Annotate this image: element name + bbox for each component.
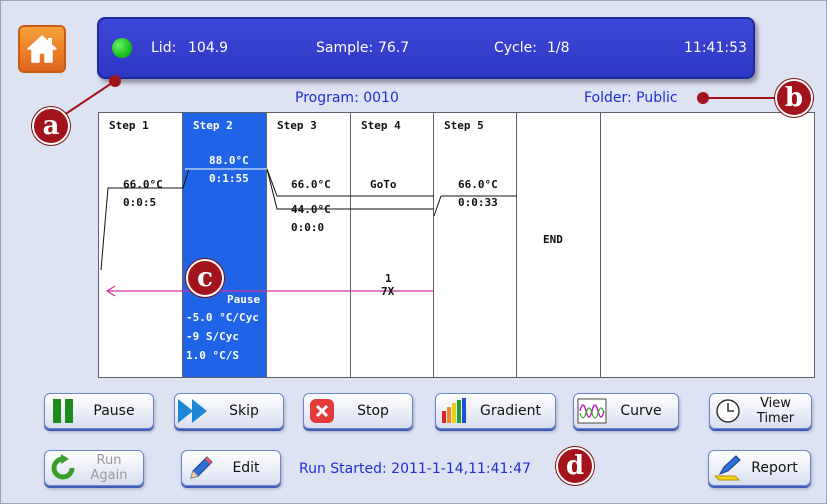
- gradient-label: Gradient: [480, 403, 541, 419]
- marker-a: a: [32, 107, 70, 145]
- stop-button[interactable]: Stop: [303, 393, 413, 429]
- stop-icon: [304, 396, 340, 426]
- cycle-label: Cycle:: [494, 40, 537, 56]
- pencil-icon: [182, 453, 218, 483]
- step-1-label: Step 1: [109, 119, 149, 132]
- curve-label: Curve: [620, 403, 662, 419]
- step-4-repeat: 7X: [381, 285, 395, 298]
- report-label: Report: [751, 460, 798, 476]
- clock-icon: [710, 396, 746, 426]
- step-4-label: Step 4: [361, 119, 401, 132]
- step-2-time: 0:1:55: [209, 172, 249, 185]
- step-3-temp-b: 44.0°C: [291, 203, 331, 216]
- run-again-button[interactable]: Run Again: [44, 450, 144, 486]
- lid-label: Lid:: [151, 40, 177, 56]
- run-started-text: Run Started: 2011-1-14,11:41:47: [299, 461, 531, 477]
- view-timer-line-1: View: [760, 396, 791, 411]
- step-2-detail-2: -9 S/Cyc: [186, 330, 239, 343]
- view-timer-line-2: Timer: [756, 411, 795, 426]
- gradient-icon: [436, 396, 472, 426]
- pause-button[interactable]: Pause: [44, 393, 154, 429]
- refresh-icon: [45, 453, 81, 483]
- step-4-goto: GoTo: [370, 178, 397, 191]
- home-button[interactable]: [18, 25, 66, 73]
- status-bar: Lid: 104.9 Sample: 76.7 Cycle: 1/8 11:41…: [97, 17, 755, 79]
- marker-d: d: [556, 447, 594, 485]
- curve-icon: [574, 396, 610, 426]
- lid-value: 104.9: [188, 40, 229, 56]
- folder-label: Folder: Public: [584, 90, 678, 106]
- report-icon: [709, 453, 745, 483]
- cycle-value: 1/8: [547, 40, 570, 56]
- marker-b: b: [775, 79, 813, 117]
- status-indicator: [112, 38, 132, 58]
- marker-c: c: [186, 259, 224, 297]
- curve-button[interactable]: Curve: [573, 393, 679, 429]
- sample-value: 76.7: [378, 40, 410, 56]
- report-button[interactable]: Report: [708, 450, 811, 486]
- step-3-time: 0:0:0: [291, 221, 325, 234]
- edit-label: Edit: [232, 460, 260, 476]
- edit-button[interactable]: Edit: [181, 450, 281, 486]
- run-again-line-1: Run: [96, 453, 122, 468]
- step-2-temp: 88.0°C: [209, 154, 249, 167]
- pause-label: Pause: [93, 403, 135, 419]
- step-4-goto-step: 1: [385, 272, 392, 285]
- step-5-temp: 66.0°C: [458, 178, 498, 191]
- view-timer-button[interactable]: View Timer: [709, 393, 812, 429]
- run-again-label: Run Again: [81, 453, 143, 483]
- step-5-time: 0:0:33: [458, 196, 498, 209]
- program-table[interactable]: Step 1 66.0°C 0:0:5 Step 2 88.0°C 0:1:55…: [98, 112, 815, 378]
- skip-icon: [175, 396, 211, 426]
- step-1-time: 0:0:5: [123, 196, 157, 209]
- step-2-detail-1: -5.0 °C/Cyc: [186, 311, 259, 324]
- step-2-label: Step 2: [193, 119, 233, 132]
- step-2-detail-3: 1.0 °C/S: [186, 349, 239, 362]
- stop-label: Stop: [357, 403, 389, 419]
- clock: 11:41:53: [684, 40, 747, 56]
- skip-button[interactable]: Skip: [174, 393, 284, 429]
- step-2-pause: Pause: [227, 293, 261, 306]
- step-5-label: Step 5: [444, 119, 484, 132]
- home-icon: [27, 35, 57, 63]
- gradient-button[interactable]: Gradient: [435, 393, 556, 429]
- pause-icon: [45, 396, 81, 426]
- end-label: END: [543, 233, 563, 246]
- skip-label: Skip: [229, 403, 259, 419]
- view-timer-label: View Timer: [746, 396, 811, 426]
- sample-label: Sample:: [316, 40, 374, 56]
- step-3-label: Step 3: [277, 119, 317, 132]
- step-1-temp: 66.0°C: [123, 178, 163, 191]
- program-label: Program: 0010: [295, 90, 399, 106]
- run-again-line-2: Again: [90, 468, 128, 483]
- step-3-temp-a: 66.0°C: [291, 178, 331, 191]
